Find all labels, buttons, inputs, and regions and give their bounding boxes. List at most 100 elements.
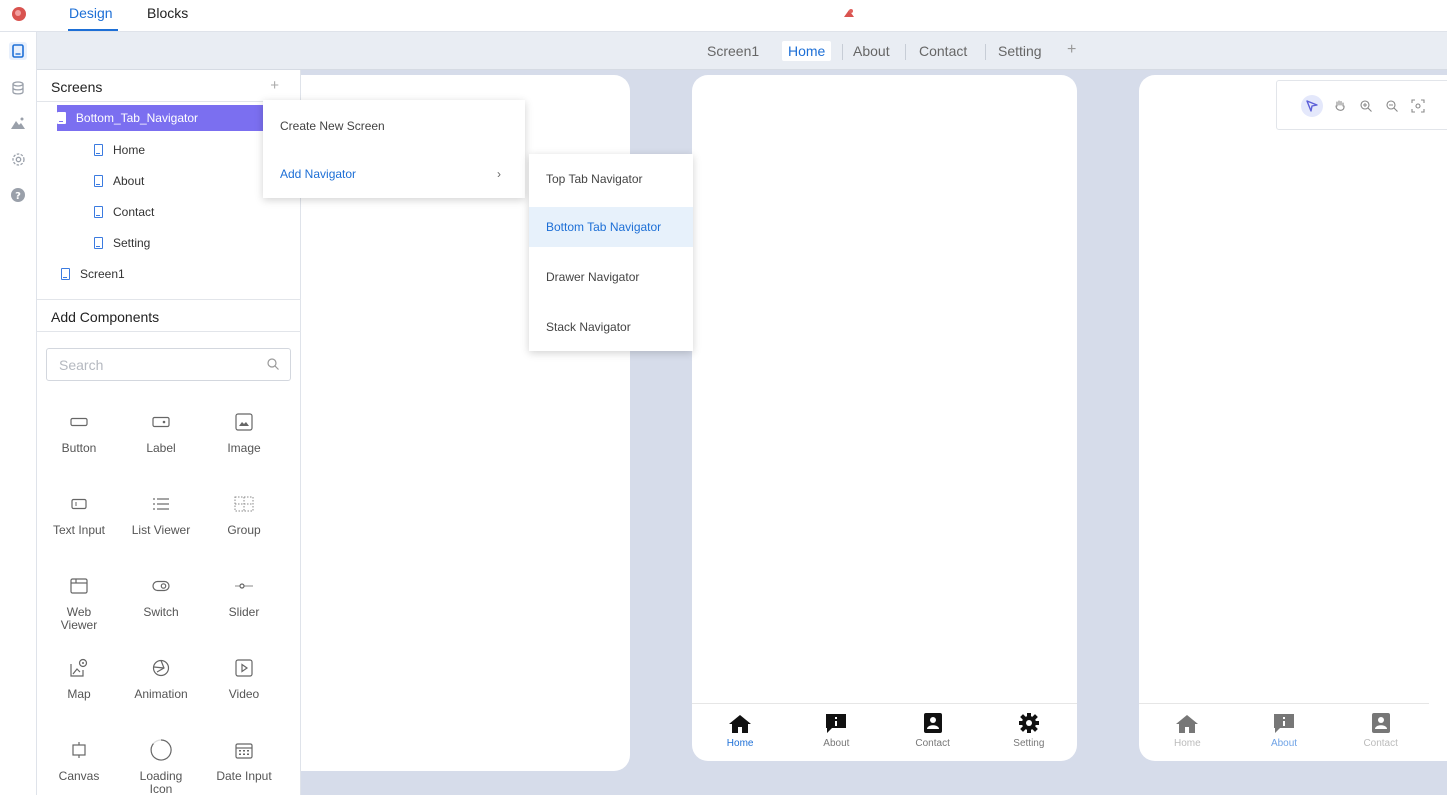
menu-add-navigator[interactable]: Add Navigator › (263, 161, 525, 187)
bottom-tab-bar: Home About Contact (1139, 703, 1429, 761)
component-label: Date Input (216, 769, 272, 783)
tree-item-label: Screen1 (80, 267, 125, 281)
tab-separator (985, 44, 986, 60)
component-button[interactable]: Button (44, 410, 114, 455)
tab-blocks[interactable]: Blocks (147, 5, 188, 21)
screen-icon (61, 268, 70, 280)
help-icon[interactable]: ? (9, 186, 27, 204)
image-icon (235, 413, 253, 431)
screen-tab-about[interactable]: About (853, 43, 890, 59)
tree-item-label: Bottom_Tab_Navigator (75, 111, 198, 125)
menu-top-tab-navigator[interactable]: Top Tab Navigator (529, 164, 693, 194)
bottom-tab-setting[interactable]: Setting (981, 704, 1077, 761)
info-chat-icon (826, 714, 847, 733)
loading-icon (150, 739, 172, 761)
zoom-out-icon[interactable] (1381, 95, 1403, 117)
screens-rail-icon[interactable] (9, 42, 27, 60)
tree-item-home[interactable]: Home (94, 139, 145, 161)
component-video[interactable]: Video (209, 656, 279, 701)
bottom-tab-home[interactable]: Home (1139, 704, 1236, 761)
tree-item-label: Setting (113, 236, 151, 250)
active-tab-underline (68, 29, 118, 31)
component-label: Button (61, 441, 97, 455)
tree-item-bottom-tab-navigator[interactable]: ▼ Bottom_Tab_Navigator (39, 105, 267, 131)
component-canvas[interactable]: Canvas (44, 738, 114, 783)
bottom-tab-contact[interactable]: Contact (885, 704, 981, 761)
screen-tab-setting[interactable]: Setting (998, 43, 1042, 59)
menu-drawer-navigator[interactable]: Drawer Navigator (529, 262, 693, 292)
add-screen-plus-icon[interactable]: + (270, 77, 279, 94)
component-map[interactable]: Map (44, 656, 114, 701)
tab-label: Setting (1013, 738, 1045, 749)
canvas-icon (72, 742, 86, 758)
tab-design[interactable]: Design (69, 5, 113, 21)
menu-stack-navigator[interactable]: Stack Navigator (529, 312, 693, 342)
add-screen-tab-icon[interactable]: + (1067, 41, 1076, 59)
tab-label: About (823, 738, 850, 749)
component-web-viewer[interactable]: Web Viewer (44, 574, 114, 632)
tree-item-setting[interactable]: Setting (94, 232, 150, 254)
calendar-icon (235, 743, 253, 759)
collapse-caret-icon[interactable]: ▼ (39, 114, 47, 123)
component-image[interactable]: Image (209, 410, 279, 455)
component-label[interactable]: Label (126, 410, 196, 455)
component-search (46, 348, 291, 381)
search-input[interactable] (47, 349, 247, 380)
component-label: Label (146, 441, 176, 455)
map-icon (70, 658, 88, 677)
animation-icon (152, 659, 170, 677)
bottom-tab-about[interactable]: About (1236, 704, 1333, 761)
select-pointer-icon[interactable] (1301, 95, 1323, 117)
tab-label: Home (726, 738, 754, 749)
phone-preview-about[interactable]: Home About Contact (1139, 75, 1447, 761)
search-icon[interactable] (266, 357, 280, 371)
component-date-input[interactable]: Date Input (209, 738, 279, 783)
component-label: Web Viewer (60, 605, 98, 632)
svg-text:?: ? (15, 191, 21, 202)
tree-item-contact[interactable]: Contact (94, 201, 154, 223)
screen-tab-screen1[interactable]: Screen1 (707, 43, 759, 59)
component-animation[interactable]: Animation (126, 656, 196, 701)
status-mark-icon (844, 9, 854, 17)
tree-item-label: Contact (113, 205, 155, 219)
component-list-viewer[interactable]: List Viewer (126, 492, 196, 537)
tab-label: About (1270, 738, 1298, 749)
screen-tabs-bar: Screen1 Home About Contact Setting + (37, 32, 1447, 70)
screen-tab-contact[interactable]: Contact (919, 43, 967, 59)
phone-preview-home[interactable]: Home About Contact Setting (692, 75, 1077, 761)
tree-item-about[interactable]: About (94, 170, 144, 192)
bottom-tab-about[interactable]: About (788, 704, 884, 761)
bottom-tab-home[interactable]: Home (692, 704, 788, 761)
settings-gear-icon (1018, 713, 1039, 733)
navigator-submenu: Top Tab Navigator Bottom Tab Navigator D… (529, 154, 693, 351)
bottom-tab-contact[interactable]: Contact (1332, 704, 1429, 761)
component-switch[interactable]: Switch (126, 574, 196, 619)
screen-tab-home[interactable]: Home (782, 41, 832, 61)
fit-screen-icon[interactable] (1407, 95, 1429, 117)
menu-create-new-screen[interactable]: Create New Screen (263, 113, 525, 139)
tree-item-label: About (113, 174, 145, 188)
component-text-input[interactable]: Text Input (44, 492, 114, 537)
assets-image-icon[interactable] (9, 114, 27, 132)
pan-hand-icon[interactable] (1329, 95, 1351, 117)
settings-gear-icon[interactable] (9, 150, 27, 168)
component-slider[interactable]: Slider (209, 574, 279, 619)
database-icon[interactable] (9, 79, 27, 97)
app-logo (12, 7, 26, 21)
bottom-tab-bar: Home About Contact Setting (692, 703, 1077, 761)
left-rail: ? (0, 32, 37, 795)
component-loading-icon[interactable]: Loading Icon (126, 738, 196, 795)
tab-separator (905, 44, 906, 60)
component-label: List Viewer (131, 523, 191, 537)
label-icon (152, 416, 170, 428)
screen-icon (94, 144, 103, 156)
tree-item-screen1[interactable]: Screen1 (61, 263, 125, 285)
component-group[interactable]: Group (209, 492, 279, 537)
video-icon (235, 659, 253, 677)
zoom-in-icon[interactable] (1355, 95, 1377, 117)
menu-bottom-tab-navigator[interactable]: Bottom Tab Navigator (529, 207, 693, 247)
screen-icon (94, 206, 103, 218)
button-icon (70, 417, 88, 427)
component-label: Switch (143, 605, 179, 619)
tab-label: Home (1173, 738, 1201, 749)
